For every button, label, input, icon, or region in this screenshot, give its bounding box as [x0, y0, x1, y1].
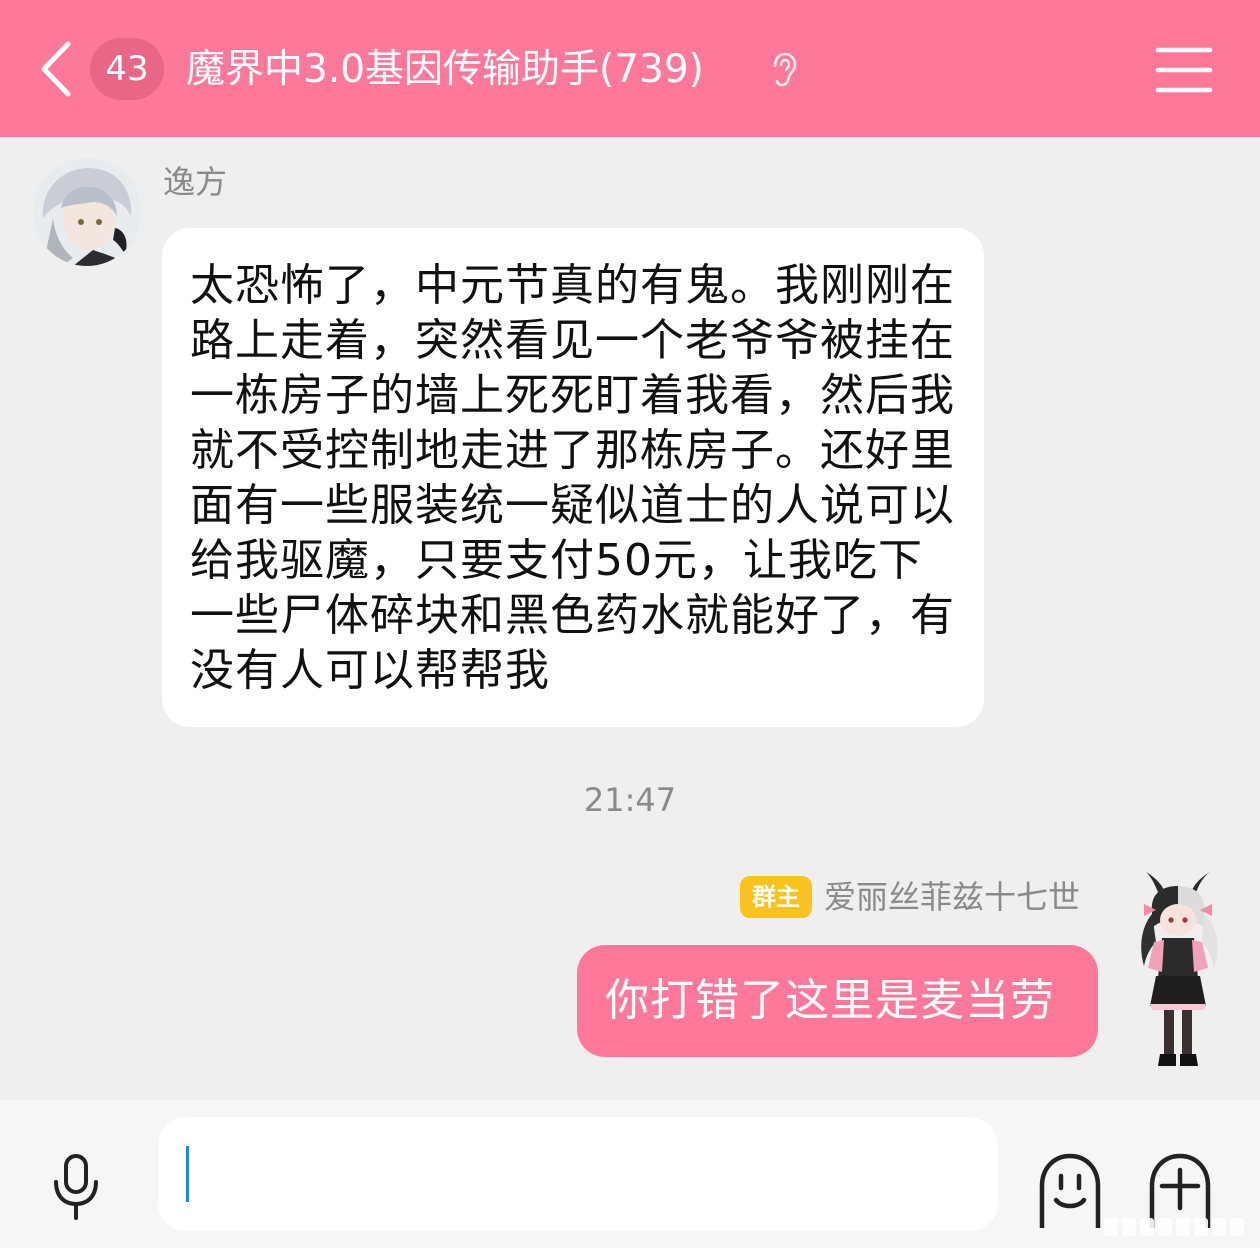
- hamburger-menu-icon: [1155, 47, 1213, 93]
- ear-icon: [773, 52, 797, 87]
- message-text: 太恐怖了，中元节真的有鬼。我刚刚在路上走着，突然看见一个老爷爷被挂在一栋房子的墙…: [190, 260, 955, 696]
- emoji-button[interactable]: [1036, 1148, 1104, 1228]
- watermark-dots: [1104, 1218, 1244, 1236]
- sender-name: 逸方: [163, 163, 228, 201]
- message-timestamp: 21:47: [583, 781, 677, 819]
- message-text: 你打错了这里是麦当劳: [605, 975, 1055, 1026]
- unread-count-badge[interactable]: 43: [90, 38, 164, 100]
- message-input[interactable]: [158, 1117, 998, 1231]
- microphone-icon: [54, 1154, 98, 1220]
- back-button[interactable]: [36, 40, 82, 98]
- message-bubble-incoming[interactable]: 太恐怖了，中元节真的有鬼。我刚刚在路上走着，突然看见一个老爷爷被挂在一栋房子的墙…: [162, 228, 984, 727]
- chibi-girl-avatar-image: [1141, 872, 1218, 1066]
- message-bubble-outgoing[interactable]: 你打错了这里是麦当劳: [577, 945, 1098, 1057]
- chat-header: 43 魔界中3.0基因传输助手(739): [0, 0, 1260, 137]
- text-caret: [186, 1146, 189, 1202]
- group-owner-badge: 群主: [740, 876, 812, 918]
- voice-input-button[interactable]: [50, 1152, 102, 1222]
- smiley-face-icon: [1039, 1153, 1101, 1228]
- avatar-alice[interactable]: [1130, 868, 1226, 1074]
- menu-button[interactable]: [1152, 44, 1216, 96]
- chevron-left-icon: [41, 41, 71, 97]
- anime-boy-avatar-image: [33, 158, 141, 266]
- sender-name: 爱丽丝菲兹十七世: [824, 878, 1081, 916]
- avatar-yifang[interactable]: [33, 158, 141, 266]
- chat-title[interactable]: 魔界中3.0基因传输助手(739): [186, 40, 704, 100]
